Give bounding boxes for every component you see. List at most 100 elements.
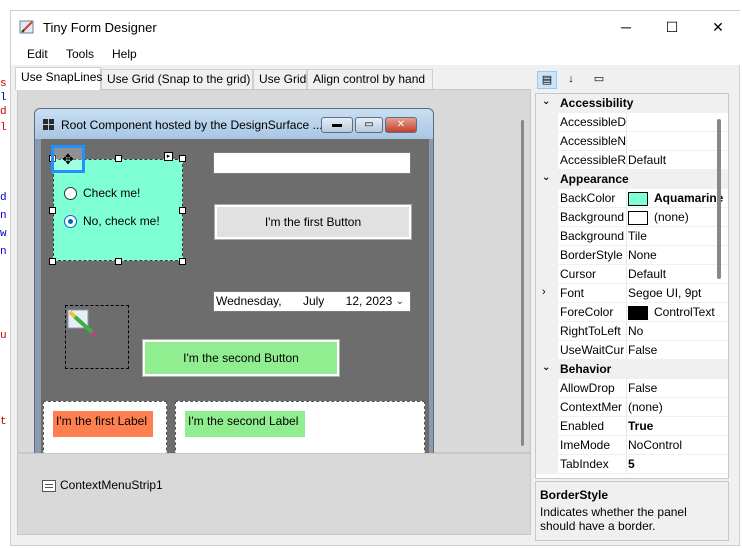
move-glyph-icon[interactable]: ✥ (51, 145, 85, 173)
property-value[interactable]: Default (628, 153, 728, 167)
menu-edit[interactable]: Edit (27, 47, 48, 61)
property-row[interactable]: BackColor Aquamarine (536, 189, 728, 208)
property-value[interactable]: None (628, 248, 728, 262)
collapse-chevron-icon[interactable]: ⌄ (542, 96, 550, 107)
collapse-chevron-icon[interactable]: ⌄ (542, 362, 550, 373)
radio-checked-icon[interactable] (64, 215, 77, 229)
menu-help[interactable]: Help (112, 47, 137, 61)
hosted-form-window[interactable]: Root Component hosted by the DesignSurfa… (34, 108, 434, 458)
menu-tools[interactable]: Tools (66, 47, 94, 61)
column-divider[interactable] (626, 246, 627, 265)
second-button[interactable]: I'm the second Button (142, 339, 340, 377)
property-row[interactable]: AccessibleD (536, 113, 728, 132)
property-row[interactable]: AccessibleN (536, 132, 728, 151)
property-value[interactable]: False (628, 381, 728, 395)
maximize-button[interactable]: ☐ (649, 11, 695, 43)
date-time-picker[interactable]: Wednesday, July 12, 2023 ⌄ (213, 291, 411, 312)
property-value[interactable]: False (628, 343, 728, 357)
property-grid[interactable]: ⌄ Accessibility AccessibleD AccessibleN Acce… (535, 93, 729, 479)
column-divider[interactable] (626, 303, 627, 322)
property-value[interactable]: NoControl (628, 438, 728, 452)
property-category[interactable]: ⌄ Accessibility (536, 94, 728, 113)
column-divider[interactable] (626, 436, 627, 455)
column-divider[interactable] (626, 113, 627, 132)
selected-panel[interactable]: Check me! No, check me! (53, 159, 183, 261)
property-row[interactable]: ContextMer (none) (536, 398, 728, 417)
resize-handle[interactable] (179, 207, 186, 214)
tray-context-menu-strip[interactable]: ContextMenuStrip1 (42, 478, 163, 492)
form-maximize-button[interactable]: ▭ (355, 117, 383, 133)
column-divider[interactable] (626, 227, 627, 246)
column-divider[interactable] (626, 379, 627, 398)
property-row[interactable]: Background (none) (536, 208, 728, 227)
first-button[interactable]: I'm the first Button (214, 204, 412, 240)
property-value[interactable]: (none) (628, 400, 728, 414)
column-divider[interactable] (626, 208, 627, 227)
resize-handle[interactable] (115, 155, 122, 162)
column-divider[interactable] (626, 417, 627, 436)
chevron-down-icon[interactable]: ⌄ (396, 292, 404, 311)
property-value[interactable]: ControlText (628, 305, 728, 320)
property-row[interactable]: Enabled True (536, 417, 728, 436)
property-row[interactable]: ImeMode NoControl (536, 436, 728, 455)
smart-tag-glyph-icon[interactable]: ▸ (164, 152, 173, 161)
property-value[interactable]: Default (628, 267, 728, 281)
form-minimize-button[interactable]: ▬ (321, 117, 353, 133)
property-value[interactable]: True (628, 419, 728, 433)
property-row[interactable]: RightToLeft No (536, 322, 728, 341)
tab-use-grid-snap[interactable]: Use Grid (Snap to the grid) (101, 69, 253, 89)
column-divider[interactable] (626, 132, 627, 151)
column-divider[interactable] (626, 341, 627, 360)
resize-handle[interactable] (49, 258, 56, 265)
scrollbar-thumb[interactable] (521, 120, 524, 446)
property-row[interactable]: AllowDrop False (536, 379, 728, 398)
form-close-button[interactable]: ✕ (385, 117, 417, 133)
component-tray[interactable]: ContextMenuStrip1 (17, 453, 531, 535)
surface-scrollbar[interactable] (520, 120, 526, 450)
column-divider[interactable] (626, 398, 627, 417)
design-surface[interactable]: Root Component hosted by the DesignSurfa… (17, 89, 531, 458)
column-divider[interactable] (626, 455, 627, 474)
property-pages-icon[interactable]: ▭ (589, 71, 609, 89)
property-row[interactable]: AccessibleR Default (536, 151, 728, 170)
property-value[interactable]: No (628, 324, 728, 338)
property-grid-scrollbar[interactable] (717, 119, 721, 279)
property-row[interactable]: TabIndex 5 (536, 455, 728, 474)
column-divider[interactable] (626, 189, 627, 208)
property-row[interactable]: BorderStyle None (536, 246, 728, 265)
picture-box[interactable] (65, 305, 129, 369)
resize-handle[interactable] (49, 207, 56, 214)
radio-circle-icon[interactable] (64, 187, 77, 201)
collapse-chevron-icon[interactable]: ⌄ (542, 172, 550, 183)
tab-align-by-hand[interactable]: Align control by hand (307, 69, 433, 89)
resize-handle[interactable] (179, 155, 186, 162)
tab-use-snaplines[interactable]: Use SnapLines (15, 67, 102, 90)
property-row[interactable]: › Font Segoe UI, 9pt (536, 284, 728, 303)
property-value[interactable]: Aquamarine (628, 191, 728, 206)
close-button[interactable]: ✕ (695, 11, 741, 43)
column-divider[interactable] (626, 284, 627, 303)
first-label[interactable]: I'm the first Label (53, 411, 153, 437)
property-value[interactable]: (none) (628, 210, 728, 225)
property-row[interactable]: UseWaitCur False (536, 341, 728, 360)
form-client-area[interactable]: Check me! No, check me! ▸ ✥ I'm the firs… (41, 139, 429, 457)
categorized-view-icon[interactable]: ▤ (537, 71, 557, 89)
property-value[interactable]: Tile (628, 229, 728, 243)
property-value[interactable]: Segoe UI, 9pt (628, 286, 728, 300)
minimize-button[interactable]: ─ (603, 11, 649, 43)
resize-handle[interactable] (179, 258, 186, 265)
radio-check-me[interactable]: Check me! (64, 186, 140, 201)
tab-use-grid[interactable]: Use Grid (253, 69, 307, 89)
property-category[interactable]: ⌄ Behavior (536, 360, 728, 379)
property-row[interactable]: Background Tile (536, 227, 728, 246)
alphabetical-sort-icon[interactable]: ↓ (561, 71, 581, 89)
property-row[interactable]: ForeColor ControlText (536, 303, 728, 322)
resize-handle[interactable] (115, 258, 122, 265)
title-bar[interactable]: Tiny Form Designer ─ ☐ ✕ (11, 11, 741, 43)
expand-chevron-icon[interactable]: › (542, 286, 546, 298)
property-row[interactable]: Cursor Default (536, 265, 728, 284)
textbox[interactable] (213, 152, 411, 174)
column-divider[interactable] (626, 322, 627, 341)
radio-no-check-me[interactable]: No, check me! (64, 214, 160, 229)
column-divider[interactable] (626, 265, 627, 284)
